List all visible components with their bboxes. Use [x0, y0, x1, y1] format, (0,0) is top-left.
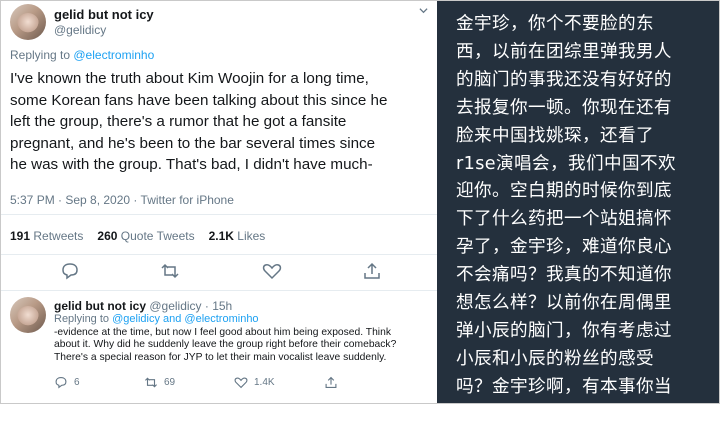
quote-tweets-stat[interactable]: 260 Quote Tweets: [97, 229, 194, 243]
like-count: 1.4K: [254, 377, 275, 388]
text-line: r1se演唱会，我们中国不欢: [456, 153, 676, 174]
text-line: 脸来中国找姚琛，还看了: [456, 125, 654, 146]
reply-text-line: about it. Why did he suddenly leave the …: [54, 339, 397, 351]
like-icon: [234, 377, 248, 389]
like-button[interactable]: 1.4K: [234, 376, 275, 389]
share-button[interactable]: [324, 376, 338, 389]
like-icon[interactable]: [262, 262, 282, 280]
tweet-text-line: I've known the truth about Kim Woojin fo…: [10, 70, 369, 87]
retweet-icon: [145, 377, 157, 388]
text-card: 金宇珍，你个不要脸的东 西，以前在团综里弹我男人 的脑门的事我还没有好好的 去报…: [437, 0, 720, 425]
tweet-stats: 191 Retweets 260 Quote Tweets 2.1K Likes: [10, 229, 265, 243]
reply-icon[interactable]: [60, 262, 80, 280]
text-line: 时别进娱乐圈！: [456, 404, 582, 425]
text-line: 去报复你一顿。你现在还有: [456, 97, 672, 118]
tweet-text-line: he was with the group. That's bad, I did…: [10, 156, 373, 174]
avatar[interactable]: [10, 297, 46, 333]
divider: [0, 290, 437, 291]
reply-actions: 6 69 1.4K: [54, 376, 434, 392]
divider: [0, 214, 437, 215]
replying-to: Replying to @electrominho: [10, 48, 155, 62]
retweet-count: 69: [164, 377, 176, 388]
mention-link[interactable]: @electrominho: [73, 48, 154, 62]
text-line: 想怎么样？以前你在周偶里: [456, 293, 672, 314]
share-icon[interactable]: [362, 262, 382, 280]
reply-button[interactable]: 6: [54, 376, 80, 389]
text-line: 吗？金宇珍啊，有本事你当: [456, 376, 672, 397]
reply-text-line: -evidence at the time, but now I feel go…: [54, 327, 391, 338]
text-line: 西，以前在团综里弹我男人: [456, 41, 672, 62]
text-line: 金宇珍，你个不要脸的东: [456, 14, 654, 34]
retweets-stat[interactable]: 191 Retweets: [10, 229, 83, 243]
reply-text: -evidence at the time, but now I feel go…: [54, 327, 434, 364]
text-line: 的脑门的事我还没有好好的: [456, 69, 672, 90]
retweet-button[interactable]: 69: [144, 376, 175, 389]
text-line: 迎你。空白期的时候你到底: [456, 181, 672, 202]
text-line: 不会痛吗？我真的不知道你: [456, 265, 672, 286]
reply-count: 6: [74, 377, 80, 388]
avatar[interactable]: [10, 4, 46, 40]
tweet-text-line: pregnant, and he's been to the bar sever…: [10, 134, 376, 152]
likes-stat[interactable]: 2.1K Likes: [209, 229, 266, 243]
text-line: 孕了，金宇珍，难道你良心: [456, 237, 672, 258]
replying-to: Replying to @gelidicy and @electrominho: [54, 313, 259, 325]
reply-icon: [55, 377, 67, 389]
user-handle-time[interactable]: @gelidicy · 15h: [146, 299, 232, 313]
user-handle[interactable]: @gelidicy: [54, 23, 106, 37]
display-name[interactable]: gelid but not icy: [54, 7, 154, 22]
text-line: 下了什么药把一个站姐搞怀: [456, 209, 672, 230]
retweet-icon[interactable]: [160, 262, 180, 280]
reply-header: gelid but not icy @gelidicy · 15h: [54, 299, 232, 313]
mention-link[interactable]: @gelidicy and @electrominho: [112, 313, 258, 325]
chinese-text-block: 金宇珍，你个不要脸的东 西，以前在团综里弹我男人 的脑门的事我还没有好好的 去报…: [456, 11, 718, 430]
tweet-text-line: left the group, there's a rumor that he …: [10, 113, 347, 131]
tweet-timestamp[interactable]: 5:37 PM · Sep 8, 2020 · Twitter for iPho…: [10, 193, 234, 207]
share-icon: [325, 376, 337, 388]
text-line: 小辰和小辰的粉丝的感受: [456, 348, 654, 369]
tweet-text-line: some Korean fans have been talking about…: [10, 91, 388, 109]
display-name[interactable]: gelid but not icy: [54, 299, 146, 313]
tweet-panel: gelid but not icy @gelidicy Replying to …: [0, 0, 437, 404]
divider: [0, 254, 437, 255]
text-line: 弹小辰的脑门，你有考虑过: [456, 320, 672, 341]
reply-text-line: There's a special reason for JYP to let …: [54, 351, 387, 363]
chevron-down-icon[interactable]: [419, 6, 428, 15]
tweet-text: I've known the truth about Kim Woojin fo…: [10, 68, 434, 176]
tweet-actions: [0, 262, 437, 284]
